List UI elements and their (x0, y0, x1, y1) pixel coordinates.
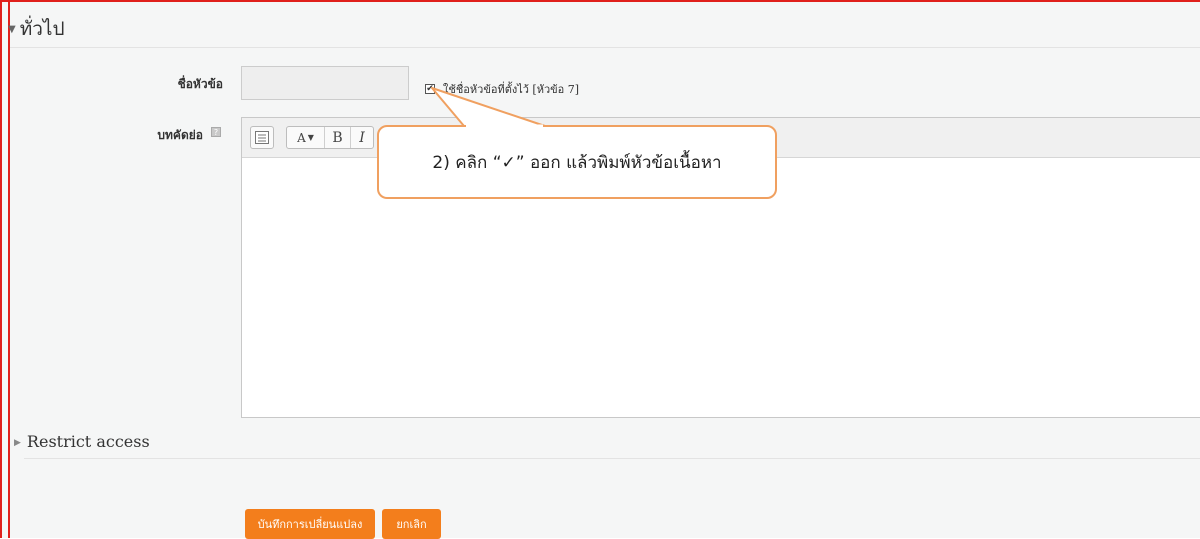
restrict-divider (24, 458, 1200, 459)
font-style-icon: A (297, 130, 306, 145)
use-default-label: ใช้ชื่อหัวข้อที่ตั้งไว้ [หัวข้อ 7] (443, 83, 580, 96)
expand-arrow-icon: ▶ (14, 438, 21, 448)
formatting-group: A ▼ B I (286, 126, 374, 149)
font-style-button[interactable]: A ▼ (287, 127, 325, 148)
callout-text: 2) คลิก “✓” ออก แล้วพิมพ์หัวข้อเนื้อหา (432, 152, 722, 173)
collapse-arrow-icon: ▼ (8, 24, 16, 35)
help-icon[interactable]: ? (211, 127, 221, 137)
toolbar-toggle-group (250, 126, 274, 149)
summary-label: บทคัดย่อ (157, 128, 203, 142)
use-default-name-option[interactable]: ✔ ใช้ชื่อหัวข้อที่ตั้งไว้ [หัวข้อ 7] (425, 80, 579, 98)
save-changes-button[interactable]: บันทึกการเปลี่ยนแปลง (245, 509, 375, 539)
section-name-input[interactable] (241, 66, 409, 100)
use-default-checkbox[interactable]: ✔ (425, 84, 435, 94)
restrict-access-header[interactable]: ▶ Restrict access (14, 432, 150, 451)
section-divider (10, 47, 1200, 48)
restrict-title: Restrict access (26, 432, 150, 451)
section-title: ทั่วไป (19, 18, 65, 40)
section-header-general[interactable]: ▼ ทั่วไป (8, 14, 65, 44)
cancel-button[interactable]: ยกเลิก (382, 509, 441, 539)
instruction-callout: 2) คลิก “✓” ออก แล้วพิมพ์หัวข้อเนื้อหา (377, 125, 777, 199)
toolbar-toggle-icon[interactable] (251, 127, 273, 148)
bold-button[interactable]: B (325, 127, 351, 148)
italic-button[interactable]: I (351, 127, 373, 148)
name-label: ชื่อหัวข้อ (177, 77, 223, 91)
